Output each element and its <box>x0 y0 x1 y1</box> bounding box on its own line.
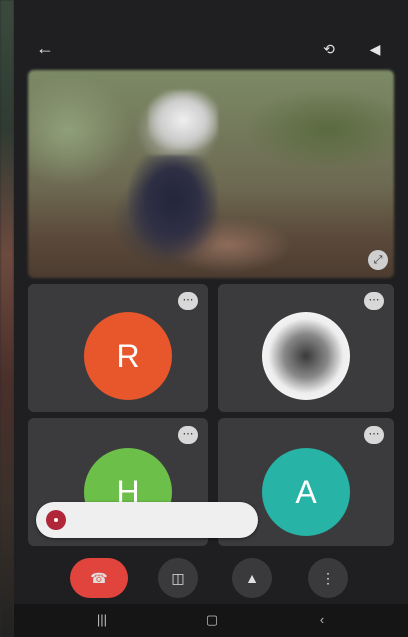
home-icon[interactable]: ▢ <box>200 612 224 628</box>
more-options-icon[interactable]: ⋯ <box>364 426 384 444</box>
more-options-icon[interactable]: ⋯ <box>364 292 384 310</box>
video-toggle-button[interactable]: ◫ <box>158 558 198 598</box>
back-nav-icon[interactable]: ‹ <box>310 612 334 627</box>
video-participant-figure <box>128 155 218 255</box>
video-off-icon: ◫ <box>171 570 185 586</box>
call-screen: ← ⟲ ◀ ⤢ ⋯ R ⋯ ⋯ H ⋯ A ☎ ◫ ▲ ⋮ ||| ▢ ‹ <box>14 0 408 637</box>
recents-icon[interactable]: ||| <box>90 612 114 627</box>
pin-icon[interactable]: ⤢ <box>368 250 388 270</box>
more-options-icon[interactable]: ⋯ <box>178 426 198 444</box>
end-call-button[interactable]: ☎ <box>70 558 128 598</box>
call-controls: ☎ ◫ ▲ ⋮ <box>14 552 408 602</box>
system-nav-bar: ||| ▢ ‹ <box>14 604 408 637</box>
participant-tile[interactable]: ⋯ R <box>28 284 208 412</box>
more-icon: ⋮ <box>321 570 335 586</box>
avatar-initial: R <box>116 338 140 374</box>
speaker-icon[interactable]: ◀ <box>364 38 386 60</box>
back-icon[interactable]: ← <box>36 38 56 58</box>
mic-icon: ▲ <box>245 570 259 586</box>
record-icon <box>46 510 66 530</box>
participant-tile[interactable]: ⋯ <box>218 284 394 412</box>
notification-toast[interactable] <box>36 502 258 538</box>
flip-camera-icon[interactable]: ⟲ <box>318 38 340 60</box>
status-bar <box>14 0 408 32</box>
end-call-icon: ☎ <box>90 570 108 586</box>
video-participant-figure <box>148 90 218 150</box>
more-options-icon[interactable]: ⋯ <box>178 292 198 310</box>
mic-toggle-button[interactable]: ▲ <box>232 558 272 598</box>
call-header: ← ⟲ ◀ <box>14 32 408 68</box>
main-video-tile[interactable] <box>28 70 394 278</box>
avatar-initial: A <box>295 474 317 510</box>
avatar: R <box>84 312 172 400</box>
background-app-edge <box>0 0 14 637</box>
more-button[interactable]: ⋮ <box>308 558 348 598</box>
avatar: A <box>262 448 350 536</box>
avatar-photo <box>262 312 350 400</box>
